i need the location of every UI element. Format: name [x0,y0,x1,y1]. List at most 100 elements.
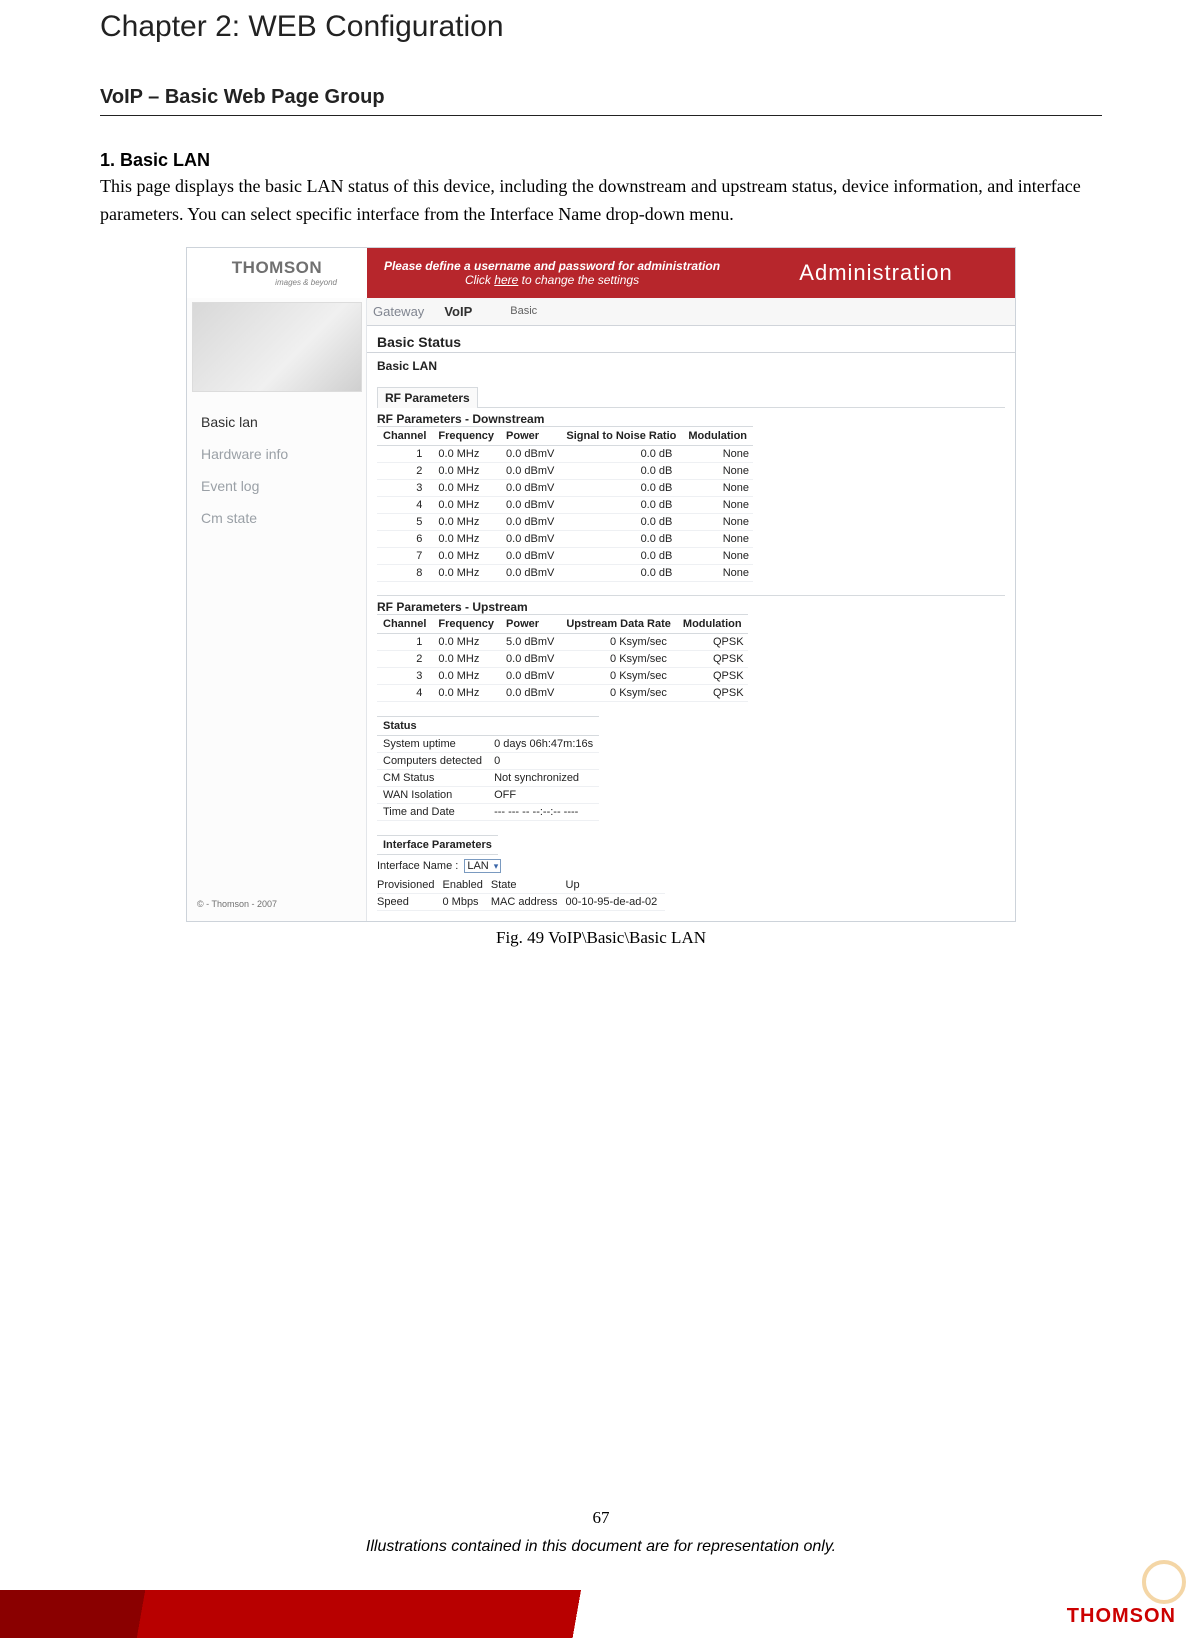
cell-snr: 0.0 dB [560,445,682,462]
table-row: 10.0 MHz5.0 dBmV0 Ksym/secQPSK [377,633,748,650]
rf-parameters-tab[interactable]: RF Parameters [377,387,478,408]
cell-frequency: 0.0 MHz [432,684,500,701]
cell-frequency: 0.0 MHz [432,564,500,581]
sidebar-hero-image [192,302,362,392]
status-key: Computers detected [377,752,488,769]
tab-gateway[interactable]: Gateway [373,304,424,319]
footer-disclaimer: Illustrations contained in this document… [0,1538,1202,1556]
figure-caption: Fig. 49 VoIP\Basic\Basic LAN [100,928,1102,948]
sidebar-copyright: © - Thomson - 2007 [187,889,366,921]
body-paragraph: This page displays the basic LAN status … [100,173,1102,229]
iface-speed-v: 0 Mbps [442,893,490,910]
tab-voip[interactable]: VoIP [444,304,472,319]
cell-frequency: 0.0 MHz [432,530,500,547]
cell-channel: 6 [377,530,432,547]
sidebar-item-event-log[interactable]: Event log [187,470,366,502]
vendor-logo-tagline: images & beyond [217,278,337,287]
status-key: Time and Date [377,803,488,820]
iface-title: Interface Parameters [377,835,498,854]
section-title: VoIP – Basic Web Page Group [100,86,1102,116]
chevron-down-icon: ▾ [492,861,499,871]
cell-frequency: 0.0 MHz [432,667,500,684]
cell-modulation: None [682,547,753,564]
rf-downstream-title: RF Parameters - Downstream [377,407,1005,426]
table-row: Time and Date--- --- -- --:--:-- ---- [377,803,599,820]
col-channel: Channel [377,614,432,633]
cell-channel: 1 [377,445,432,462]
cell-modulation: QPSK [677,633,748,650]
sidebar: Basic lan Hardware info Event log Cm sta… [187,298,367,921]
cell-power: 0.0 dBmV [500,684,560,701]
page-heading-basic-lan: Basic LAN [367,353,1015,383]
status-table: Status System uptime0 days 06h:47m:16sCo… [377,716,599,821]
admin-warning-line2-pre: Click [465,273,494,287]
cell-frequency: 0.0 MHz [432,650,500,667]
vendor-logo-word: THOMSON [232,258,322,278]
status-value: 0 [488,752,599,769]
cell-power: 0.0 dBmV [500,513,560,530]
table-row: 20.0 MHz0.0 dBmV0 Ksym/secQPSK [377,650,748,667]
iface-name-select[interactable]: LAN ▾ [464,859,501,873]
table-row: System uptime0 days 06h:47m:16s [377,735,599,752]
cell-channel: 3 [377,479,432,496]
cell-modulation: QPSK [677,667,748,684]
table-row: WAN IsolationOFF [377,786,599,803]
cell-power: 0.0 dBmV [500,496,560,513]
iface-mac-v: 00-10-95-de-ad-02 [566,893,666,910]
sidebar-item-hardware-info[interactable]: Hardware info [187,438,366,470]
subtab-basic[interactable]: Basic [492,305,537,317]
subsection-title: 1. Basic LAN [100,150,1102,171]
rf-upstream-title: RF Parameters - Upstream [377,595,1005,614]
admin-warning-banner: Please define a username and password fo… [367,248,737,298]
table-row: 10.0 MHz0.0 dBmV0.0 dBNone [377,445,753,462]
cell-power: 0.0 dBmV [500,445,560,462]
cell-modulation: None [682,445,753,462]
table-row: 30.0 MHz0.0 dBmV0 Ksym/secQPSK [377,667,748,684]
status-value: Not synchronized [488,769,599,786]
cell-modulation: None [682,564,753,581]
table-row: 70.0 MHz0.0 dBmV0.0 dBNone [377,547,753,564]
status-value: OFF [488,786,599,803]
cell-frequency: 0.0 MHz [432,547,500,564]
iface-grid: Provisioned Enabled State Up Speed 0 Mbp… [377,877,665,911]
sidebar-item-basic-lan[interactable]: Basic lan [187,406,366,438]
status-key: CM Status [377,769,488,786]
admin-warning-here-link[interactable]: here [494,273,518,287]
iface-state-k: State [491,877,566,894]
table-row: Computers detected0 [377,752,599,769]
cell-power: 0.0 dBmV [500,479,560,496]
col-frequency: Frequency [432,426,500,445]
admin-warning-line2-post: to change the settings [518,273,639,287]
admin-title: Administration [737,248,1015,298]
col-frequency: Frequency [432,614,500,633]
footer-vendor-logo: THOMSON [1067,1605,1176,1628]
cell-frequency: 0.0 MHz [432,496,500,513]
cell-power: 0.0 dBmV [500,667,560,684]
cell-snr: 0.0 dB [560,462,682,479]
cell-frequency: 0.0 MHz [432,633,500,650]
cell-rate: 0 Ksym/sec [560,667,677,684]
status-key: System uptime [377,735,488,752]
status-key: WAN Isolation [377,786,488,803]
cell-frequency: 0.0 MHz [432,479,500,496]
cell-channel: 8 [377,564,432,581]
cell-channel: 2 [377,462,432,479]
table-row: 50.0 MHz0.0 dBmV0.0 dBNone [377,513,753,530]
col-channel: Channel [377,426,432,445]
status-title: Status [377,716,599,735]
table-row: 20.0 MHz0.0 dBmV0.0 dBNone [377,462,753,479]
cell-channel: 7 [377,547,432,564]
cell-frequency: 0.0 MHz [432,462,500,479]
footer-ring-icon [1142,1560,1186,1604]
embedded-screenshot: THOMSON images & beyond Please define a … [186,247,1016,922]
cell-modulation: None [682,513,753,530]
table-row: 40.0 MHz0.0 dBmV0.0 dBNone [377,496,753,513]
sidebar-item-cm-state[interactable]: Cm state [187,502,366,534]
iface-name-label: Interface Name : [377,860,458,872]
admin-warning-line1: Please define a username and password fo… [384,259,720,273]
cell-power: 0.0 dBmV [500,564,560,581]
iface-provisioned-v: Enabled [442,877,490,894]
cell-snr: 0.0 dB [560,530,682,547]
cell-channel: 2 [377,650,432,667]
cell-frequency: 0.0 MHz [432,513,500,530]
